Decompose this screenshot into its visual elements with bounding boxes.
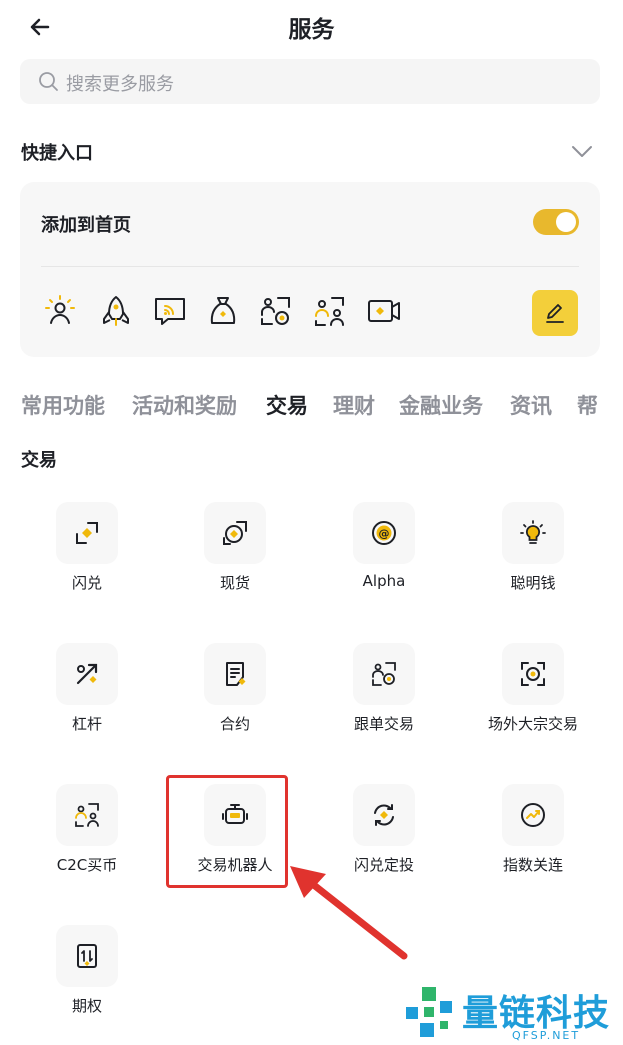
- tab-news[interactable]: 资讯: [510, 390, 552, 420]
- item-label: 场外大宗交易: [487, 715, 578, 733]
- item-label: 杠杆: [71, 715, 102, 733]
- search-icon: [39, 72, 58, 91]
- rocket-icon[interactable]: [98, 293, 134, 329]
- alpha-icon: @: [372, 521, 396, 545]
- c2c-item[interactable]: C2C买币: [12, 784, 162, 875]
- item-label: C2C买币: [56, 856, 118, 874]
- shortcuts-title: 快捷入口: [21, 143, 93, 164]
- convert-icon: [76, 522, 98, 544]
- item-label: 聪明钱: [510, 574, 556, 592]
- spot-icon: [223, 521, 247, 545]
- tab-common[interactable]: 常用功能: [21, 390, 105, 420]
- svg-text:@: @: [379, 527, 390, 540]
- futures-document-icon: [226, 662, 246, 686]
- referral-person-icon[interactable]: [42, 293, 78, 329]
- futures-item[interactable]: 合约: [160, 643, 310, 734]
- money-bag-icon[interactable]: [205, 293, 241, 329]
- smart-money-item[interactable]: 聪明钱: [458, 502, 608, 593]
- c2c-users-icon[interactable]: [312, 293, 348, 329]
- spot-item[interactable]: 现货: [160, 502, 310, 593]
- copy-trade-icon[interactable]: [258, 293, 294, 329]
- section-title: 交易: [21, 450, 57, 471]
- search-input[interactable]: 搜索更多服务: [20, 59, 600, 104]
- live-video-icon[interactable]: [366, 293, 402, 329]
- broadcast-icon[interactable]: [152, 293, 188, 329]
- index-linked-icon: [521, 803, 545, 827]
- item-label: 期权: [71, 997, 102, 1015]
- index-linked-item[interactable]: 指数关连: [458, 784, 608, 875]
- tab-earn[interactable]: 理财: [333, 390, 375, 420]
- shortcuts-card: 添加到首页: [20, 182, 600, 357]
- search-placeholder: 搜索更多服务: [66, 74, 174, 95]
- options-icon: [77, 944, 97, 968]
- item-label: 现货: [219, 574, 250, 592]
- page-title: 服务: [288, 17, 335, 43]
- edit-shortcuts-button[interactable]: [532, 290, 578, 336]
- chevron-down-icon[interactable]: [570, 142, 594, 160]
- watermark: 量链科技 QFSP.NET: [402, 983, 623, 1045]
- item-label: 合约: [219, 715, 250, 733]
- margin-percent-icon: [76, 663, 98, 685]
- watermark-logo-icon: [406, 987, 452, 1037]
- convert-item[interactable]: 闪兑: [12, 502, 162, 593]
- c2c-icon: [75, 803, 99, 827]
- add-to-home-toggle[interactable]: [533, 209, 579, 235]
- pencil-icon: [546, 304, 564, 323]
- recurring-convert-icon: [374, 804, 394, 826]
- tab-finance[interactable]: 金融业务: [399, 390, 483, 420]
- add-to-home-label: 添加到首页: [41, 215, 131, 236]
- otc-block-item[interactable]: 场外大宗交易: [458, 643, 608, 734]
- tab-help[interactable]: 帮: [577, 390, 598, 420]
- item-label: 闪兑: [71, 574, 102, 592]
- smart-money-icon: [520, 520, 546, 544]
- item-label: 跟单交易: [353, 715, 414, 733]
- toggle-knob: [556, 212, 576, 232]
- copy-trading-item[interactable]: 跟单交易: [309, 643, 459, 734]
- highlight-box: [166, 775, 288, 888]
- options-item[interactable]: 期权: [12, 925, 162, 1016]
- divider: [41, 266, 579, 267]
- tab-activities[interactable]: 活动和奖励: [132, 390, 237, 420]
- otc-block-icon: [521, 662, 545, 686]
- watermark-subtext: QFSP.NET: [512, 1029, 581, 1042]
- tab-trade[interactable]: 交易: [266, 390, 308, 420]
- item-label: Alpha: [362, 572, 406, 590]
- alpha-item[interactable]: @ Alpha: [309, 502, 459, 590]
- margin-item[interactable]: 杠杆: [12, 643, 162, 734]
- item-label: 指数关连: [502, 856, 563, 874]
- annotation-arrow-icon: [290, 866, 408, 960]
- copy-trading-icon: [372, 662, 396, 686]
